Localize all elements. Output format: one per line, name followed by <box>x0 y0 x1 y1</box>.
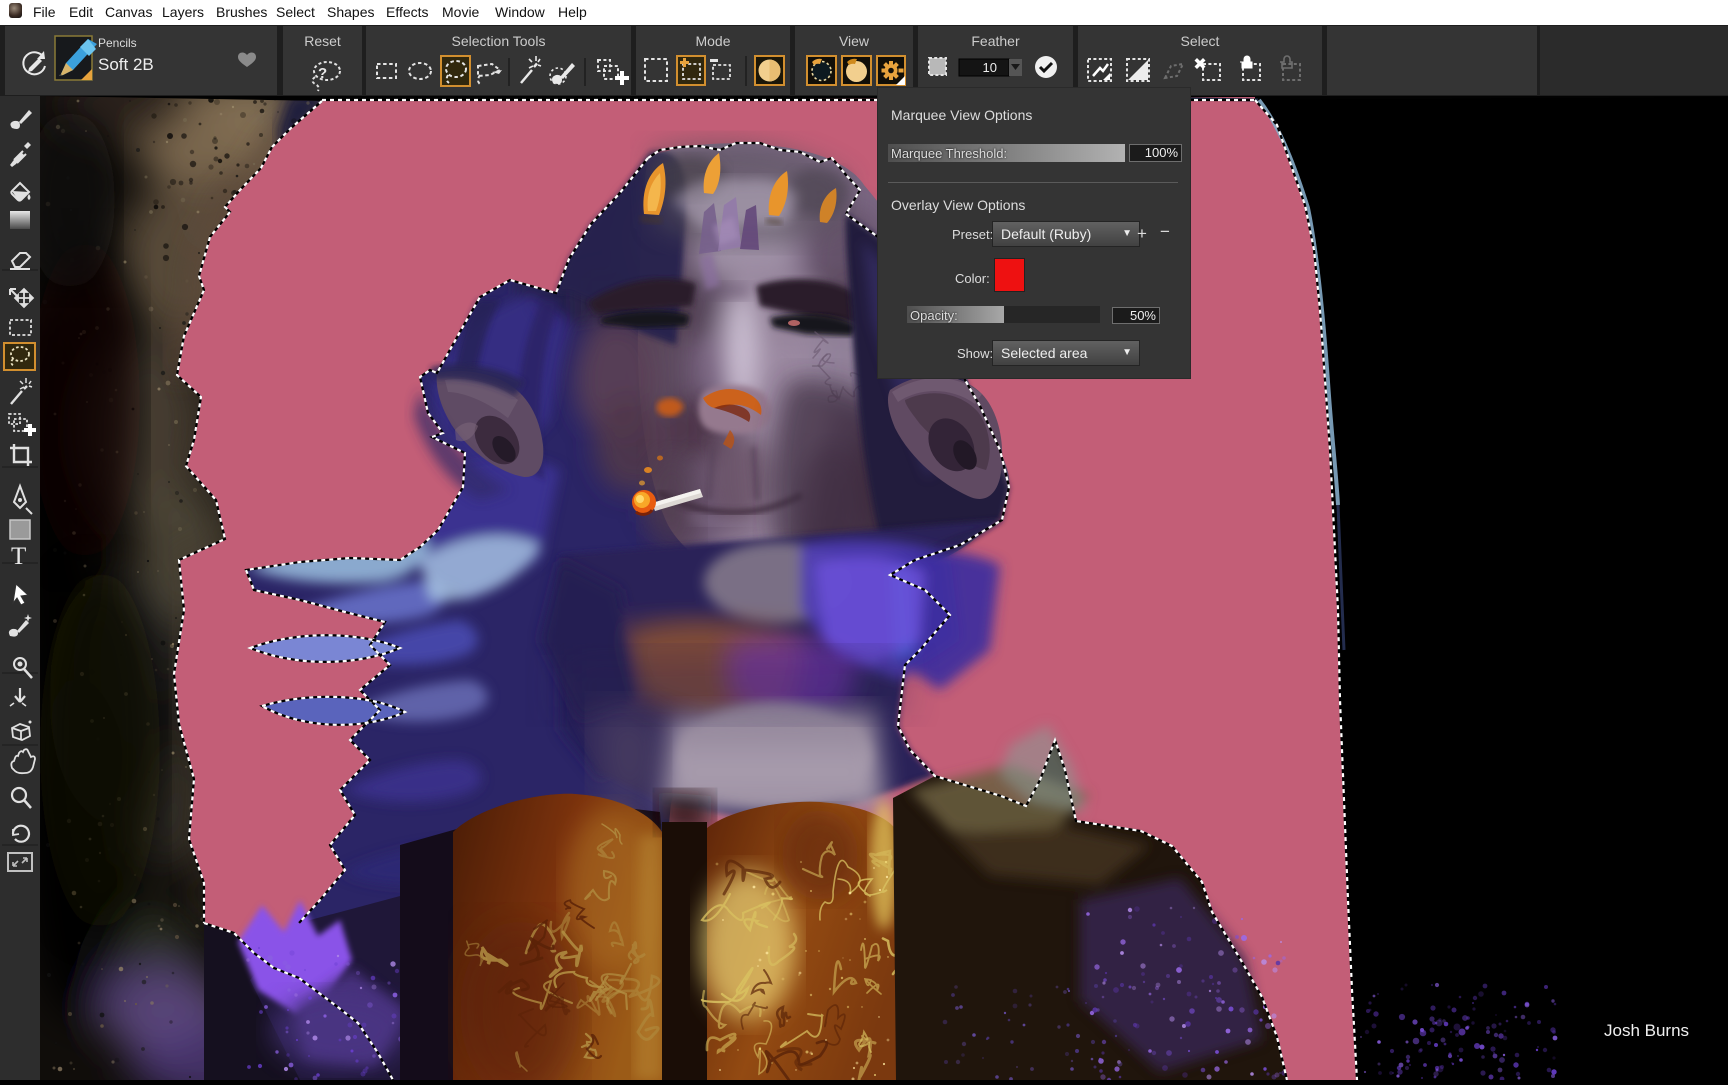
svg-text:?: ? <box>318 65 327 82</box>
svg-text:Soft 2B: Soft 2B <box>98 55 154 74</box>
svg-text:10: 10 <box>983 60 997 75</box>
svg-text:Josh Burns: Josh Burns <box>1604 1021 1689 1040</box>
svg-text:Pencils: Pencils <box>98 36 137 50</box>
svg-text:T: T <box>11 543 26 570</box>
